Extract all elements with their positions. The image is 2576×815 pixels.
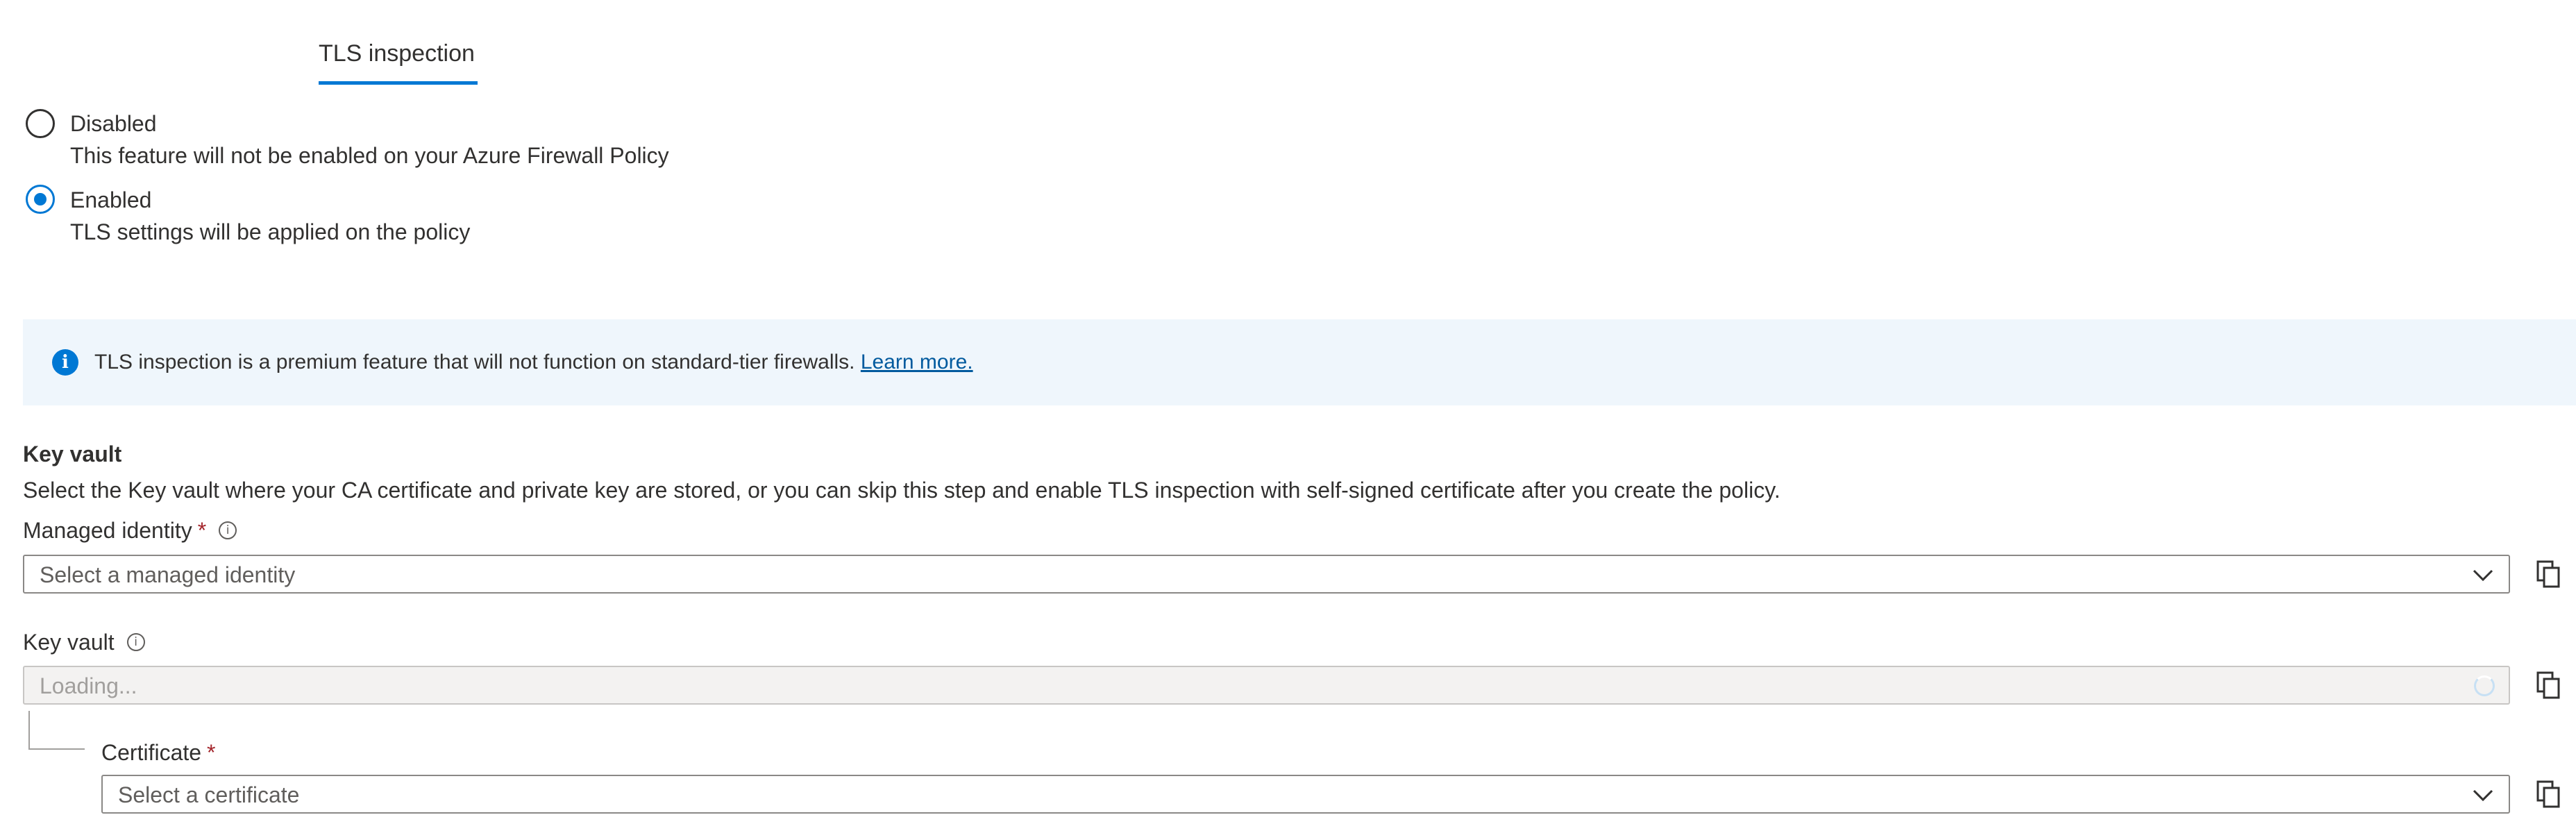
tab-tls-inspection[interactable]: TLS inspection <box>319 40 475 67</box>
info-tooltip-icon[interactable]: i <box>219 521 237 539</box>
copy-icon[interactable] <box>2536 671 2561 700</box>
managed-identity-dropdown[interactable]: Select a managed identity <box>23 555 2510 594</box>
info-icon: i <box>52 349 78 376</box>
radio-disabled[interactable] <box>26 109 55 138</box>
section-title-key-vault: Key vault <box>23 442 122 467</box>
info-message-text: TLS inspection is a premium feature that… <box>94 351 855 373</box>
managed-identity-label-text: Managed identity <box>23 518 192 543</box>
certificate-label-text: Certificate <box>101 740 202 765</box>
chevron-down-icon <box>2473 569 2493 582</box>
key-vault-label-text: Key vault <box>23 630 115 655</box>
radio-enabled[interactable] <box>26 185 55 214</box>
certificate-placeholder: Select a certificate <box>118 782 300 807</box>
copy-icon[interactable] <box>2536 560 2561 589</box>
managed-identity-label: Managed identity * i <box>23 518 237 544</box>
radio-enabled-label[interactable]: Enabled <box>70 187 151 213</box>
chevron-down-icon <box>2473 789 2493 802</box>
radio-disabled-label[interactable]: Disabled <box>70 111 157 137</box>
copy-icon[interactable] <box>2536 780 2561 809</box>
required-marker: * <box>207 740 216 765</box>
key-vault-dropdown: Loading... <box>23 666 2510 705</box>
info-tooltip-icon[interactable]: i <box>126 632 145 651</box>
radio-enabled-description: TLS settings will be applied on the poli… <box>70 219 471 244</box>
key-vault-label: Key vault i <box>23 630 145 655</box>
tab-active-underline <box>319 81 478 85</box>
tree-connector <box>28 748 85 750</box>
managed-identity-placeholder: Select a managed identity <box>40 562 296 587</box>
learn-more-link[interactable]: Learn more. <box>861 351 973 373</box>
radio-disabled-description: This feature will not be enabled on your… <box>70 143 669 168</box>
certificate-dropdown[interactable]: Select a certificate <box>101 775 2510 814</box>
info-message: TLS inspection is a premium feature that… <box>94 351 973 374</box>
loading-spinner-icon <box>2474 675 2495 696</box>
required-marker: * <box>197 518 207 543</box>
section-description: Select the Key vault where your CA certi… <box>23 478 1781 503</box>
tree-connector <box>28 711 30 750</box>
certificate-label: Certificate * <box>101 740 216 766</box>
key-vault-placeholder: Loading... <box>40 673 137 698</box>
